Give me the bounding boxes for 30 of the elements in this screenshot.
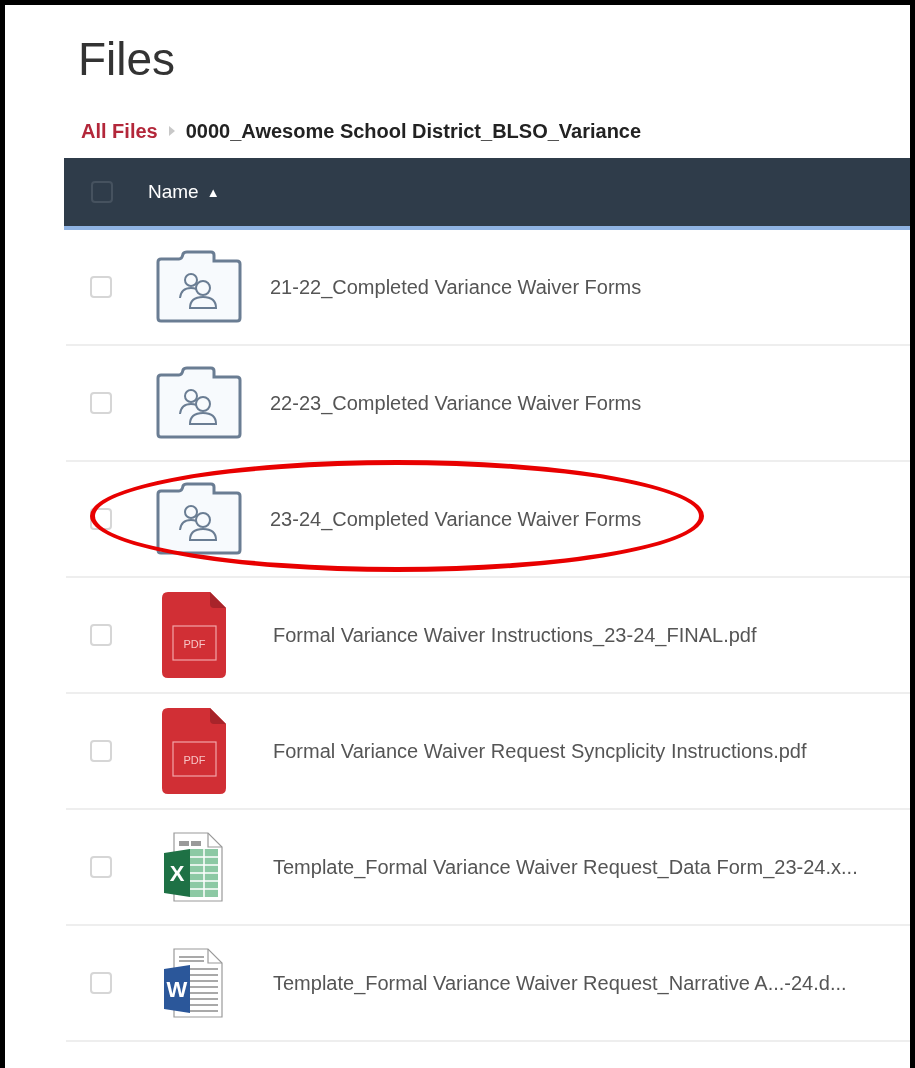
file-name: Formal Variance Waiver Instructions_23-24_FINAL.pdf <box>273 623 757 647</box>
file-row[interactable]: W Template_Formal Variance Waiver Request_Narrative A...-24.d... <box>66 926 910 1042</box>
folder-icon <box>155 366 243 440</box>
file-row[interactable]: X Template_Formal Variance Waiver Request_Data Form_23-24.x... <box>66 810 910 926</box>
folder-icon <box>155 482 243 556</box>
file-name: 21-22_Completed Variance Waiver Forms <box>270 275 642 299</box>
breadcrumb-current: 0000_Awesome School District_BLSO_Variance <box>185 119 642 143</box>
file-row[interactable]: 21-22_Completed Variance Waiver Forms <box>66 230 910 346</box>
row-checkbox[interactable] <box>90 624 112 646</box>
file-name: Template_Formal Variance Waiver Request_Narrative A...-24.d... <box>273 971 847 995</box>
row-checkbox[interactable] <box>90 972 112 994</box>
breadcrumb-link[interactable]: All Files <box>81 119 158 143</box>
file-name: 23-24_Completed Variance Waiver Forms <box>270 507 642 531</box>
file-name: 22-23_Completed Variance Waiver Forms <box>270 391 642 415</box>
folder-icon <box>155 250 243 324</box>
row-checkbox[interactable] <box>90 392 112 414</box>
pdf-file-icon: PDF <box>162 592 226 678</box>
row-checkbox[interactable] <box>90 856 112 878</box>
file-row[interactable]: 23-24_Completed Variance Waiver Forms <box>66 462 910 578</box>
file-row[interactable]: PDF Formal Variance Waiver Instructions_23-24_FINAL.pdf <box>66 578 910 694</box>
file-name: Template_Formal Variance Waiver Request_Data Form_23-24.x... <box>273 855 858 879</box>
page-title: Files <box>78 32 177 87</box>
file-row[interactable]: 22-23_Completed Variance Waiver Forms <box>66 346 910 462</box>
name-column-header[interactable]: Name ▲ <box>148 177 220 207</box>
pdf-file-icon: PDF <box>162 708 226 794</box>
row-checkbox[interactable] <box>90 276 112 298</box>
chevron-icon <box>167 125 176 137</box>
file-name: Formal Variance Waiver Request Syncplicity Instructions.pdf <box>273 739 807 763</box>
row-checkbox[interactable] <box>90 740 112 762</box>
file-row[interactable]: PDF Formal Variance Waiver Request Syncplicity Instructions.pdf <box>66 694 910 810</box>
